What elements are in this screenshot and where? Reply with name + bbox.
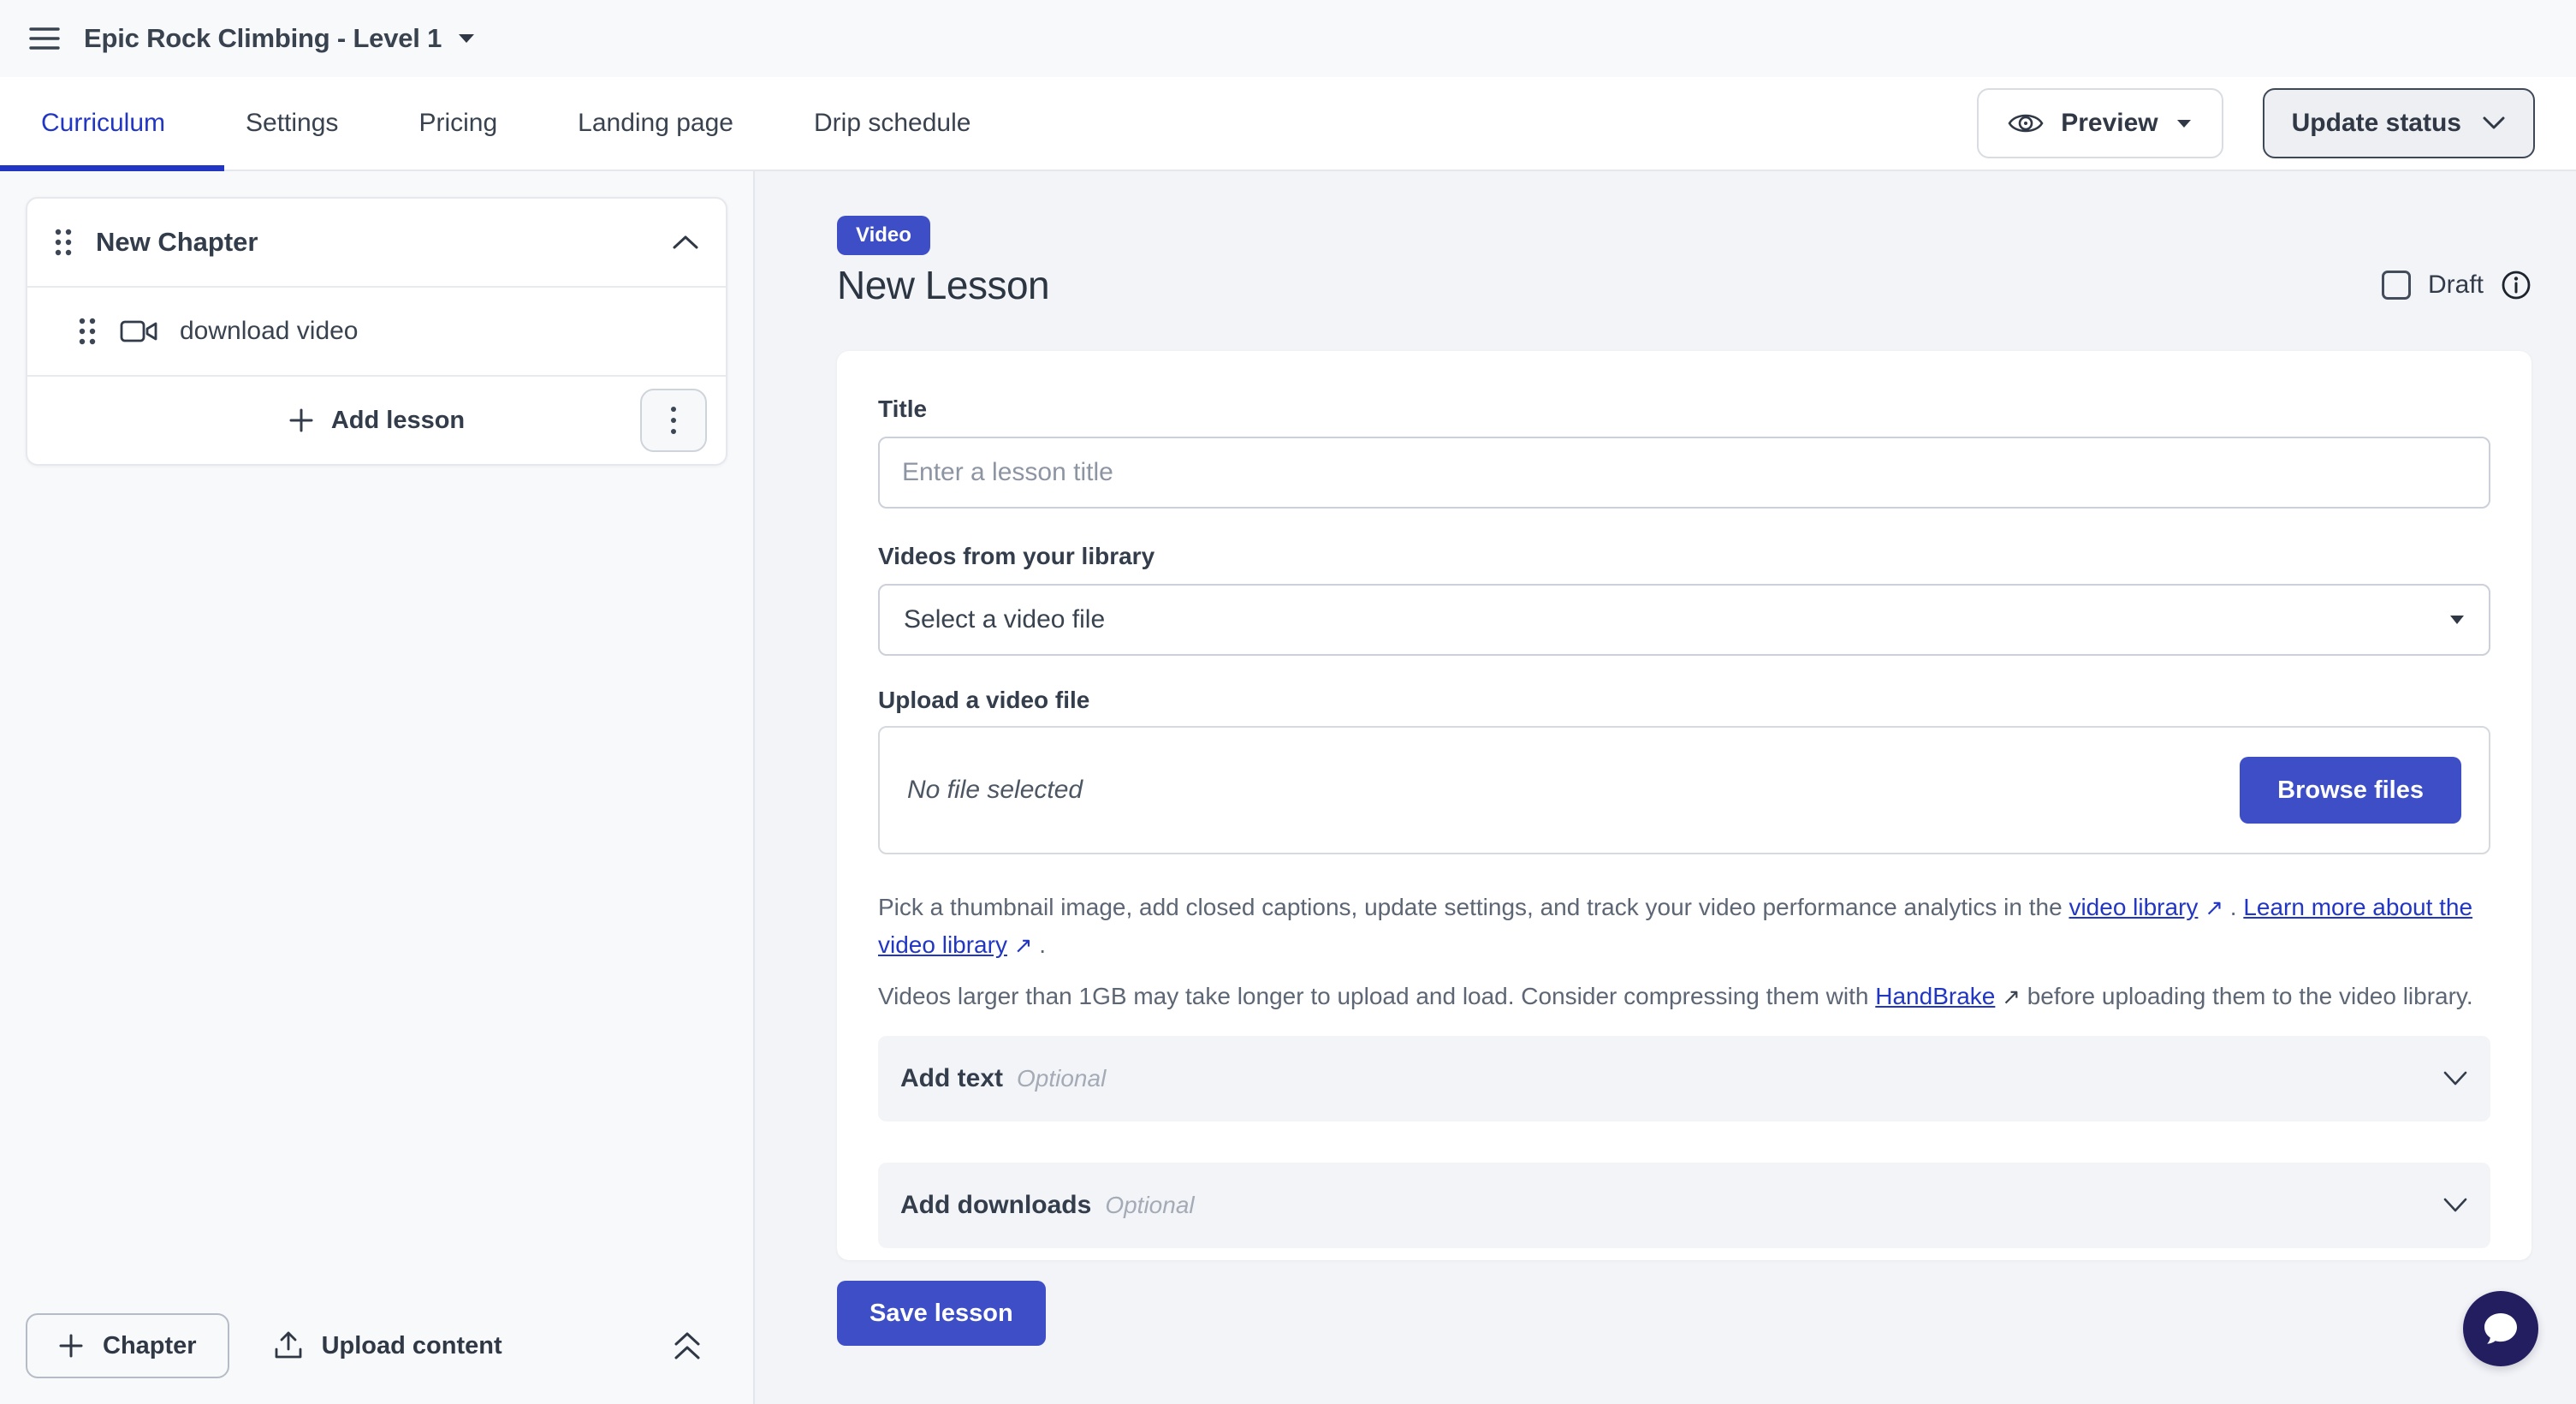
caret-down-icon xyxy=(2449,615,2465,625)
page-title: New Lesson xyxy=(837,262,1049,308)
eye-icon xyxy=(2008,110,2044,136)
lesson-title: download video xyxy=(180,317,359,346)
help-text: before uploading them to the video libra… xyxy=(2021,983,2473,1009)
caret-down-icon xyxy=(457,33,476,45)
upload-content-button[interactable]: Upload content xyxy=(274,1330,502,1361)
help-text: . xyxy=(1033,931,1047,958)
upload-video-label: Upload a video file xyxy=(878,687,2490,714)
plus-icon xyxy=(58,1333,84,1359)
update-status-label: Update status xyxy=(2292,109,2461,138)
compression-help-text: Videos larger than 1GB may take longer t… xyxy=(878,978,2490,1015)
course-title: Epic Rock Climbing - Level 1 xyxy=(84,23,442,54)
tab-pricing[interactable]: Pricing xyxy=(418,109,497,138)
chapter-header[interactable]: New Chapter xyxy=(27,199,726,286)
external-link-icon: ↗ xyxy=(1014,926,1033,964)
external-link-icon: ↗ xyxy=(2002,978,2021,1015)
body: New Chapter download video xyxy=(0,171,2576,1404)
chevron-down-icon xyxy=(2442,1197,2468,1214)
upload-content-label: Upload content xyxy=(322,1332,502,1360)
draft-checkbox[interactable] xyxy=(2382,271,2411,300)
add-text-label: Add text xyxy=(900,1064,1003,1093)
tab-bar: Curriculum Settings Pricing Landing page… xyxy=(0,77,2576,171)
save-lesson-button[interactable]: Save lesson xyxy=(837,1281,1046,1346)
draft-label: Draft xyxy=(2428,271,2484,300)
preview-button[interactable]: Preview xyxy=(1977,88,2223,158)
preview-label: Preview xyxy=(2061,109,2158,138)
chapter-title: New Chapter xyxy=(96,227,258,258)
help-text: Videos larger than 1GB may take longer t… xyxy=(878,983,1875,1009)
topbar: Epic Rock Climbing - Level 1 xyxy=(0,0,2576,77)
chevron-down-icon xyxy=(2442,1070,2468,1087)
title-label: Title xyxy=(878,396,2490,423)
app-window: Epic Rock Climbing - Level 1 Curriculum … xyxy=(0,0,2576,1404)
video-library-label: Videos from your library xyxy=(878,543,2490,570)
chat-bubble-icon xyxy=(2481,1310,2520,1347)
add-chapter-label: Chapter xyxy=(103,1332,197,1360)
lesson-title-input[interactable] xyxy=(878,437,2490,509)
chevron-up-icon[interactable] xyxy=(671,234,700,251)
chapter-menu-button[interactable] xyxy=(640,389,707,452)
caret-down-icon xyxy=(2175,118,2193,129)
external-link-icon: ↗ xyxy=(2205,889,2223,926)
menu-icon[interactable] xyxy=(26,20,63,57)
optional-label: Optional xyxy=(1105,1192,1194,1219)
video-library-link[interactable]: video library xyxy=(2069,894,2198,920)
no-file-text: No file selected xyxy=(907,776,1083,805)
add-text-accordion[interactable]: Add text Optional xyxy=(878,1036,2490,1121)
handbrake-link[interactable]: HandBrake xyxy=(1875,983,1995,1009)
collapse-all-icon[interactable] xyxy=(671,1329,703,1363)
add-lesson-row: Add lesson xyxy=(27,377,726,464)
drag-handle-icon[interactable] xyxy=(53,227,74,258)
lesson-item[interactable]: download video xyxy=(27,288,726,375)
draft-group: Draft xyxy=(2382,270,2531,300)
tab-landing-page[interactable]: Landing page xyxy=(578,109,733,138)
plus-icon xyxy=(288,408,314,433)
lesson-form-card: Title Videos from your library Select a … xyxy=(837,351,2531,1260)
nav-actions: Preview Update status xyxy=(1977,88,2576,158)
browse-files-button[interactable]: Browse files xyxy=(2240,757,2461,824)
video-library-selected-value: Select a video file xyxy=(904,605,1105,634)
tabs: Curriculum Settings Pricing Landing page… xyxy=(0,109,970,138)
curriculum-sidebar: New Chapter download video xyxy=(0,171,755,1404)
optional-label: Optional xyxy=(1017,1065,1106,1092)
add-lesson-button[interactable]: Add lesson xyxy=(331,407,465,435)
tab-drip-schedule[interactable]: Drip schedule xyxy=(814,109,970,138)
add-chapter-button[interactable]: Chapter xyxy=(26,1313,229,1378)
chat-widget-button[interactable] xyxy=(2463,1291,2538,1366)
course-switcher[interactable]: Epic Rock Climbing - Level 1 xyxy=(84,23,476,54)
tab-curriculum[interactable]: Curriculum xyxy=(41,109,165,138)
main-content: Video New Lesson Draft Title Videos from… xyxy=(755,171,2576,1404)
add-downloads-accordion[interactable]: Add downloads Optional xyxy=(878,1163,2490,1248)
help-text: Pick a thumbnail image, add closed capti… xyxy=(878,894,2069,920)
active-tab-indicator xyxy=(0,165,224,171)
update-status-button[interactable]: Update status xyxy=(2263,88,2535,158)
file-upload-box: No file selected Browse files xyxy=(878,726,2490,854)
lesson-type-badge: Video xyxy=(837,216,930,255)
drag-handle-icon[interactable] xyxy=(77,316,98,347)
video-library-help-text: Pick a thumbnail image, add closed capti… xyxy=(878,889,2490,964)
tab-settings[interactable]: Settings xyxy=(246,109,338,138)
video-icon xyxy=(120,318,157,344)
video-library-select[interactable]: Select a video file xyxy=(878,584,2490,656)
add-downloads-label: Add downloads xyxy=(900,1191,1091,1220)
info-icon[interactable] xyxy=(2501,270,2531,300)
upload-icon xyxy=(274,1330,303,1361)
chevron-down-icon xyxy=(2482,116,2506,131)
chapter-card: New Chapter download video xyxy=(26,197,727,466)
help-text: . xyxy=(2223,894,2243,920)
sidebar-footer: Chapter Upload content xyxy=(0,1289,753,1404)
